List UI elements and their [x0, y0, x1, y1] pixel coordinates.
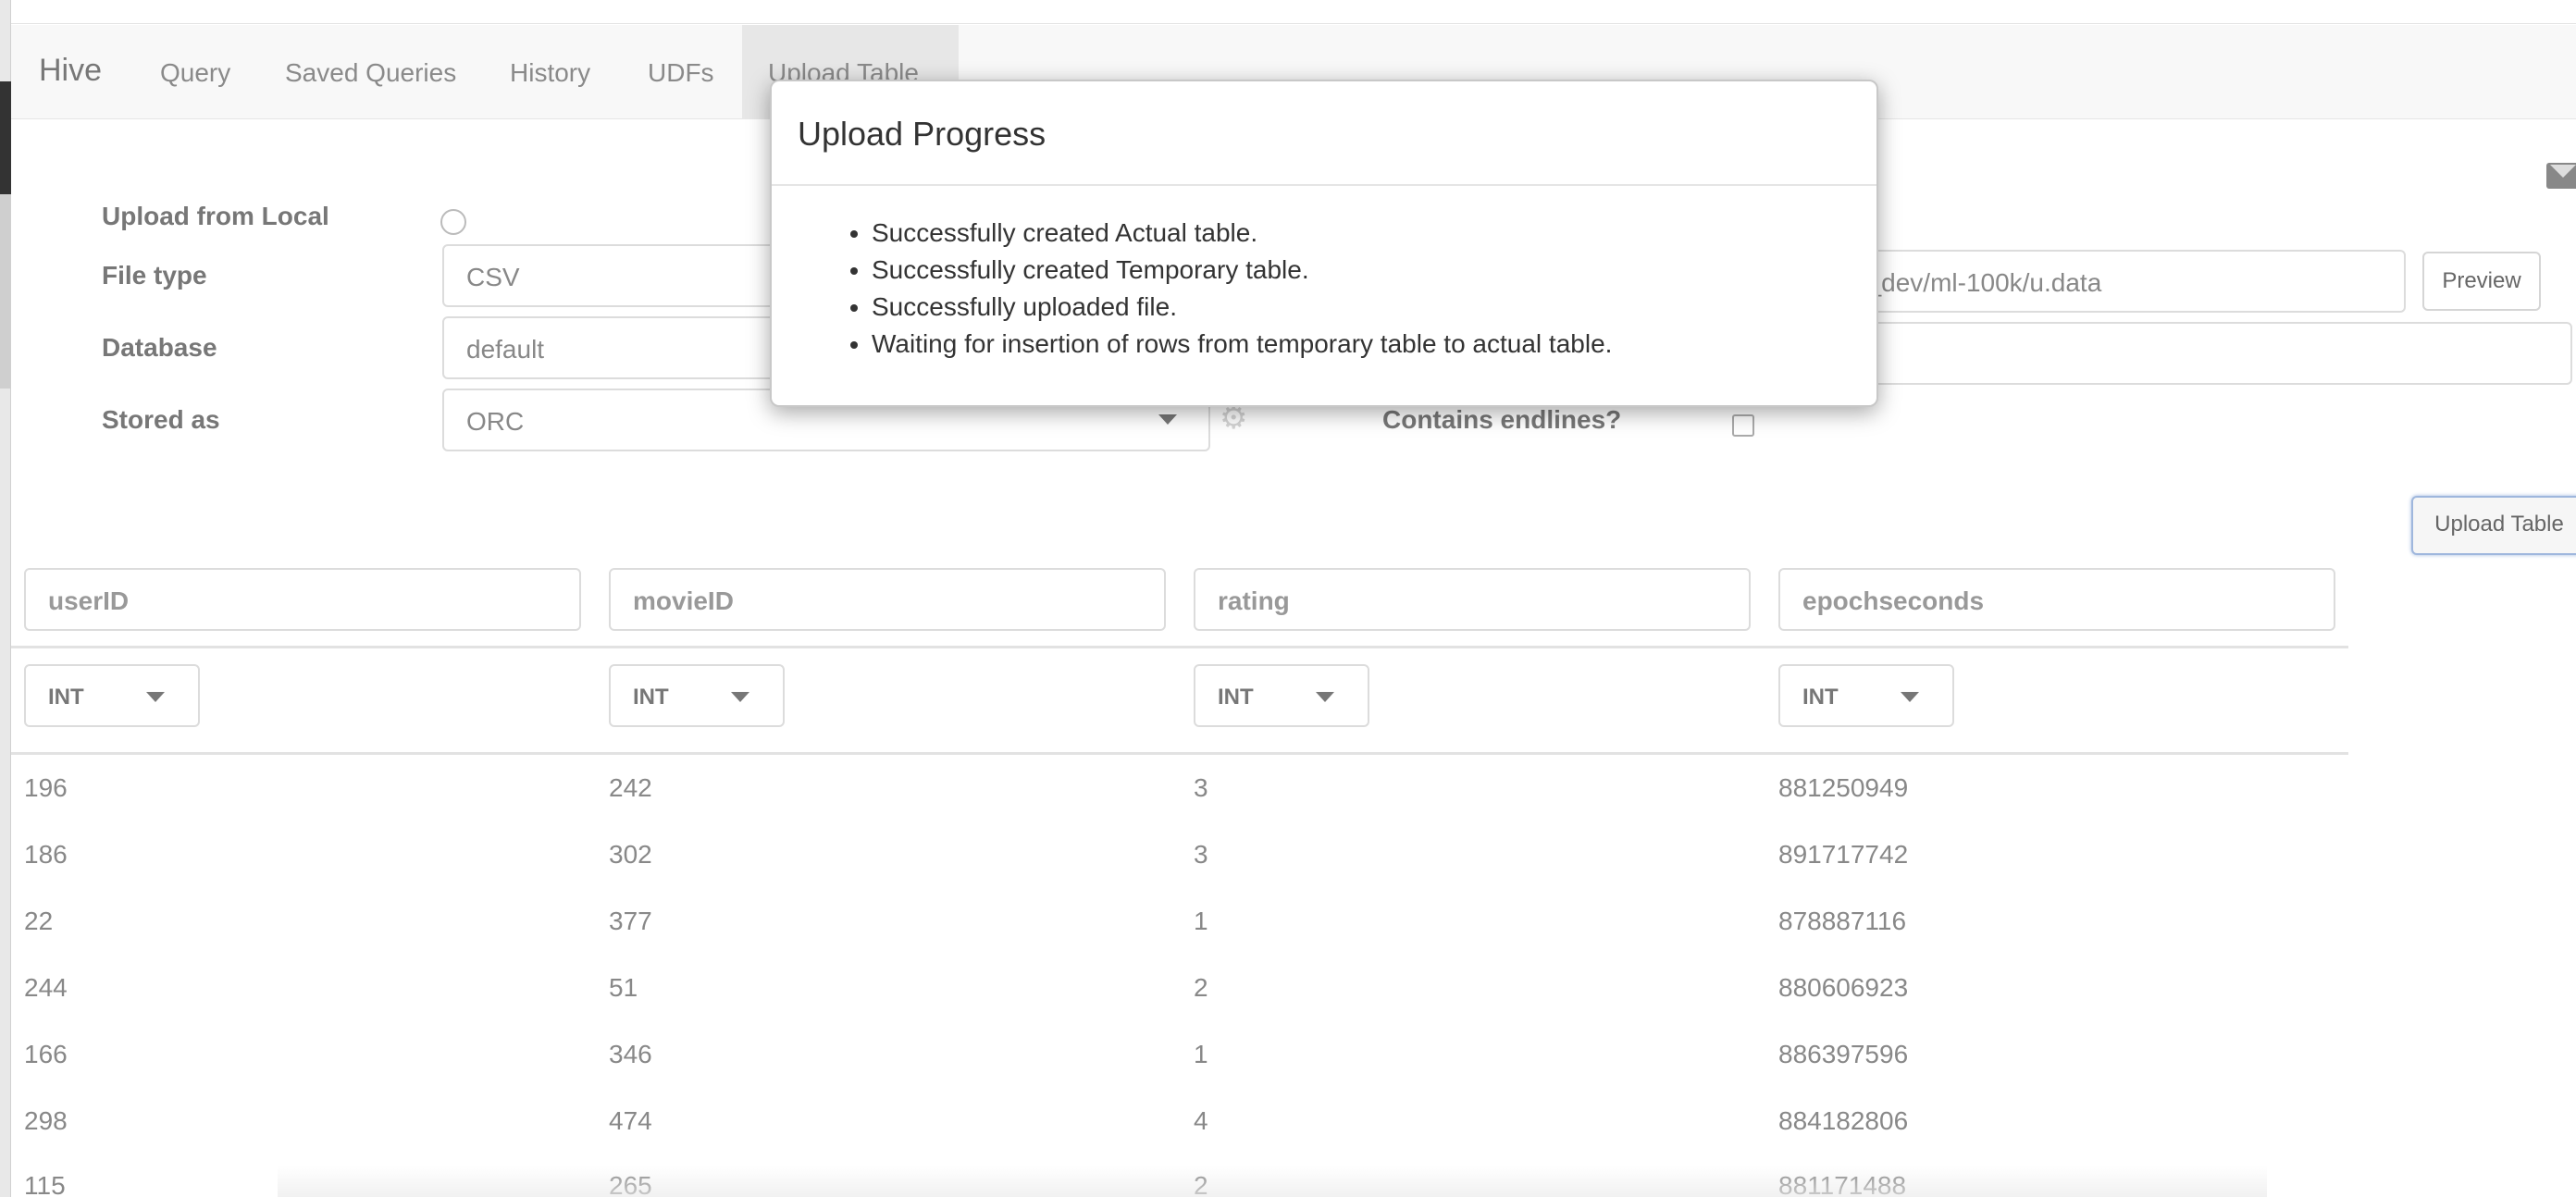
mail-icon[interactable]: [2546, 163, 2576, 189]
table-cell: 302: [609, 840, 652, 869]
table-cell: 880606923: [1778, 973, 1909, 1002]
divider: [11, 646, 2348, 648]
table-cell: 474: [609, 1106, 652, 1135]
chevron-down-icon: [1316, 692, 1334, 702]
column-name-input[interactable]: userID: [24, 568, 581, 631]
chevron-down-icon: [1901, 692, 1919, 702]
column-name-input[interactable]: rating: [1194, 568, 1751, 631]
column-type-value: INT: [1218, 685, 1254, 710]
column-name-value: movieID: [633, 586, 734, 615]
table-cell: 166: [24, 1040, 68, 1068]
progress-message: Successfully uploaded file.: [872, 289, 1612, 326]
contains-endlines-label: Contains endlines?: [1382, 405, 1622, 434]
progress-message: Successfully created Actual table.: [872, 215, 1612, 252]
divider: [11, 752, 2348, 755]
column-type-select[interactable]: INT: [609, 664, 785, 727]
column-name-value: userID: [48, 586, 130, 615]
column-type-select[interactable]: INT: [1778, 664, 1954, 727]
column-type-value: INT: [48, 685, 84, 710]
upload-from-local-radio[interactable]: [440, 209, 466, 235]
contains-endlines-checkbox[interactable]: [1732, 414, 1754, 437]
column-name-input[interactable]: movieID: [609, 568, 1166, 631]
chevron-down-icon: [731, 692, 749, 702]
table-cell: 244: [24, 973, 68, 1002]
table-cell: 346: [609, 1040, 652, 1068]
column-name-value: rating: [1218, 586, 1290, 615]
nav-item-saved-queries[interactable]: Saved Queries: [285, 58, 456, 88]
table-cell: 881250949: [1778, 773, 1909, 802]
column-name-value: epochseconds: [1802, 586, 1985, 615]
nav-item-history[interactable]: History: [510, 58, 590, 88]
table-cell: 891717742: [1778, 840, 1909, 869]
file-path-value: a_dev/ml-100k/u.data: [1852, 268, 2102, 297]
table-cell: 3: [1194, 840, 1208, 869]
table-cell: 377: [609, 907, 652, 935]
table-cell: 196: [24, 773, 68, 802]
brand-logo[interactable]: Hive: [39, 53, 102, 89]
file-type-value: CSV: [466, 263, 520, 291]
column-type-select[interactable]: INT: [1194, 664, 1369, 727]
table-cell: 51: [609, 973, 638, 1002]
left-grey-panel: [0, 194, 11, 389]
progress-message-list: Successfully created Actual table. Succe…: [872, 215, 1612, 363]
table-cell: 2: [1194, 973, 1208, 1002]
left-dark-panel: [0, 81, 11, 194]
column-type-value: INT: [1802, 685, 1839, 710]
table-cell: 3: [1194, 773, 1208, 802]
upload-progress-modal: Upload Progress Successfully created Act…: [770, 80, 1878, 407]
chevron-down-icon: [146, 692, 165, 702]
progress-message: Successfully created Temporary table.: [872, 252, 1612, 289]
modal-divider: [772, 184, 1876, 186]
file-path-input[interactable]: a_dev/ml-100k/u.data: [1832, 250, 2406, 313]
table-cell: 878887116: [1778, 907, 1907, 935]
table-cell: 1: [1194, 1040, 1208, 1068]
table-cell: 884182806: [1778, 1106, 1909, 1135]
table-cell: 186: [24, 840, 68, 869]
chevron-down-icon: [1158, 414, 1177, 425]
database-label: Database: [102, 333, 217, 362]
database-value: default: [466, 335, 545, 364]
table-cell: 886397596: [1778, 1040, 1909, 1068]
nav-item-udfs[interactable]: UDFs: [648, 58, 714, 88]
table-cell: 115: [24, 1171, 66, 1197]
column-type-select[interactable]: INT: [24, 664, 200, 727]
preview-button[interactable]: Preview: [2422, 252, 2541, 311]
nav-item-query[interactable]: Query: [160, 58, 230, 88]
top-strip: [11, 0, 2576, 24]
file-type-label: File type: [102, 261, 207, 290]
table-cell: 242: [609, 773, 652, 802]
column-type-value: INT: [633, 685, 669, 710]
modal-title: Upload Progress: [798, 115, 1046, 153]
column-name-input[interactable]: epochseconds: [1778, 568, 2335, 631]
upload-from-local-label: Upload from Local: [102, 202, 329, 230]
bottom-shadow: [278, 1166, 2267, 1197]
secondary-input[interactable]: [1832, 322, 2572, 385]
table-cell: 22: [24, 907, 54, 935]
table-cell: 1: [1194, 907, 1208, 935]
table-cell: 298: [24, 1106, 68, 1135]
progress-message: Waiting for insertion of rows from tempo…: [872, 326, 1612, 363]
upload-table-button[interactable]: Upload Table: [2411, 496, 2576, 555]
stored-as-value: ORC: [466, 407, 525, 436]
stored-as-label: Stored as: [102, 405, 220, 434]
table-cell: 4: [1194, 1106, 1208, 1135]
